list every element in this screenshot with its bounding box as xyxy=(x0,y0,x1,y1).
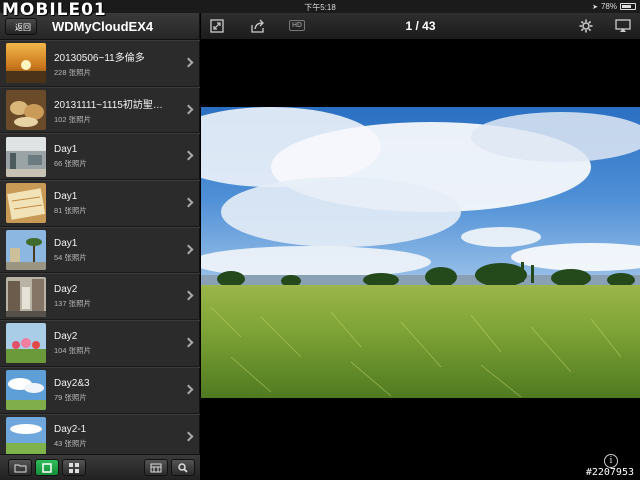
grid-icon xyxy=(69,462,79,473)
chevron-right-icon xyxy=(183,337,194,348)
album-row[interactable]: 20131111~1115初訪聖… 102 张照片 xyxy=(0,86,200,134)
search-button[interactable] xyxy=(171,459,195,476)
album-name: Day2-1 xyxy=(54,424,87,436)
chevron-right-icon xyxy=(183,384,194,395)
album-thumbnail xyxy=(6,370,46,411)
album-name: Day2&3 xyxy=(54,377,90,389)
battery-indicator: ➤ 78% xyxy=(592,2,636,11)
folder-button[interactable] xyxy=(8,459,32,476)
airplay-button[interactable] xyxy=(615,19,631,33)
battery-fill xyxy=(622,5,632,8)
chevron-right-icon xyxy=(183,57,194,68)
sidebar-toolbar xyxy=(0,454,200,480)
album-name: Day2 xyxy=(54,284,78,296)
album-count: 81 张照片 xyxy=(54,205,87,215)
album-list: 20130506~11多倫多 228 张照片 20131111~1115初訪聖… 1… xyxy=(0,40,200,454)
album-thumbnail xyxy=(6,43,46,84)
battery-icon xyxy=(620,3,636,10)
sidebar-title: WDMyCloudEX4 xyxy=(52,19,154,34)
album-thumbnail xyxy=(6,416,46,454)
viewer-toolbar: HD 1 / 43 xyxy=(201,13,640,40)
single-view-icon xyxy=(42,462,52,473)
album-row[interactable]: Day2 104 张照片 xyxy=(0,320,200,367)
gear-icon xyxy=(579,19,593,33)
album-name: Day1 xyxy=(54,190,78,202)
album-count: 137 张照片 xyxy=(54,299,92,309)
album-count: 104 张照片 xyxy=(54,345,92,355)
album-name: Day1 xyxy=(54,237,78,249)
main-photo[interactable] xyxy=(201,107,640,398)
album-sidebar: 返回 WDMyCloudEX4 20130506~11多倫多 228 张照片 20… xyxy=(0,13,200,480)
album-name: Day2 xyxy=(54,330,78,342)
album-thumbnail xyxy=(6,136,46,177)
airplay-icon xyxy=(615,19,631,32)
album-name: 20131111~1115初訪聖… xyxy=(54,99,163,111)
album-row[interactable]: 20130506~11多倫多 228 张照片 xyxy=(0,40,200,87)
album-count: 228 张照片 xyxy=(54,67,92,77)
location-icon: ➤ xyxy=(592,3,598,11)
album-row[interactable]: Day2-1 43 张照片 xyxy=(0,413,200,454)
search-icon xyxy=(178,462,188,473)
album-row[interactable]: Day2&3 79 张照片 xyxy=(0,366,200,414)
battery-percent: 78% xyxy=(600,2,617,11)
chevron-right-icon xyxy=(183,244,194,255)
calendar-icon xyxy=(150,463,162,472)
album-thumbnail xyxy=(6,230,46,271)
calendar-button[interactable] xyxy=(144,459,168,476)
album-count: 54 张照片 xyxy=(54,252,87,262)
settings-button[interactable] xyxy=(578,19,594,33)
photo-counter: 1 / 43 xyxy=(405,19,436,33)
album-name: Day1 xyxy=(54,144,78,156)
album-thumbnail xyxy=(6,276,46,317)
album-count: 79 张照片 xyxy=(54,392,87,402)
chevron-right-icon xyxy=(183,431,194,441)
album-row[interactable]: Day1 66 张照片 xyxy=(0,133,200,181)
album-row[interactable]: Day1 54 张照片 xyxy=(0,226,200,274)
album-thumbnail xyxy=(6,183,46,224)
single-view-button[interactable] xyxy=(35,459,59,476)
back-button[interactable]: 返回 xyxy=(5,18,37,35)
chevron-right-icon xyxy=(183,290,194,301)
album-count: 102 张照片 xyxy=(54,114,92,124)
chevron-right-icon xyxy=(183,197,194,208)
folder-icon xyxy=(14,464,26,472)
watermark-logo: MOBILE01 xyxy=(2,0,107,20)
info-button[interactable]: i xyxy=(604,454,618,468)
watermark-id: #2207953 xyxy=(585,467,634,478)
album-count: 66 张照片 xyxy=(54,159,87,169)
album-row[interactable]: Day2 137 张照片 xyxy=(0,273,200,321)
album-thumbnail xyxy=(6,90,46,131)
album-row[interactable]: Day1 81 张照片 xyxy=(0,180,200,227)
grid-view-button[interactable] xyxy=(62,459,86,476)
album-count: 43 张照片 xyxy=(54,439,87,449)
album-name: 20130506~11多倫多 xyxy=(54,52,145,64)
chevron-right-icon xyxy=(183,150,194,161)
chevron-right-icon xyxy=(183,104,194,115)
album-thumbnail xyxy=(6,323,46,364)
